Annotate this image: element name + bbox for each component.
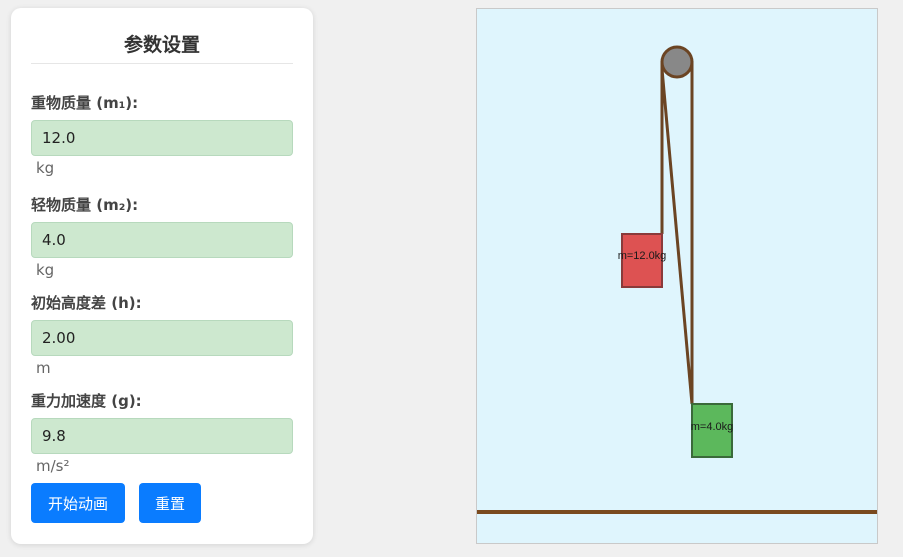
field-light-mass: 轻物质量 (m₂): kg — [31, 196, 293, 281]
gravity-label: 重力加速度 (g): — [31, 392, 142, 410]
simulation-canvas: m=12.0kg m=4.0kg — [476, 8, 878, 544]
atwood-scene: m=12.0kg m=4.0kg — [477, 45, 877, 514]
light-mass-input[interactable] — [31, 222, 293, 258]
field-height-difference: 初始高度差 (h): m — [31, 294, 293, 379]
gravity-unit: m/s² — [36, 457, 70, 475]
height-difference-label: 初始高度差 (h): — [31, 294, 142, 312]
gravity-input[interactable] — [31, 418, 293, 454]
light-mass-label: 轻物质量 (m₂): — [31, 196, 139, 214]
heavy-mass-unit: kg — [36, 159, 55, 177]
light-block-label: m=4.0kg — [691, 421, 734, 433]
heavy-mass-input[interactable] — [31, 120, 293, 156]
pulley-icon — [660, 45, 694, 79]
field-gravity: 重力加速度 (g): m/s² — [31, 392, 293, 477]
panel-title: 参数设置 — [31, 8, 293, 64]
field-heavy-mass: 重物质量 (m₁): kg — [31, 94, 293, 179]
height-difference-unit: m — [36, 359, 51, 377]
heavy-block-label: m=12.0kg — [618, 250, 667, 262]
heavy-mass-label: 重物质量 (m₁): — [31, 94, 139, 112]
settings-panel: 参数设置 重物质量 (m₁): kg 轻物质量 (m₂): kg 初始高度差 (… — [11, 8, 313, 544]
rope-diagonal — [660, 68, 694, 405]
light-mass-unit: kg — [36, 261, 55, 279]
start-animation-button[interactable]: 开始动画 — [31, 483, 125, 523]
reset-button[interactable]: 重置 — [139, 483, 201, 523]
height-difference-input[interactable] — [31, 320, 293, 356]
